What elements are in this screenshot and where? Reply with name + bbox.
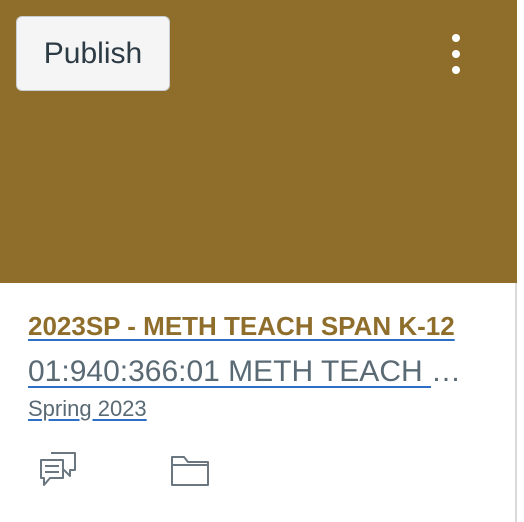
publish-button[interactable]: Publish: [16, 16, 170, 91]
discussions-icon: [40, 452, 76, 486]
folder-icon: [171, 456, 209, 486]
kebab-icon: [452, 66, 460, 74]
kebab-icon: [452, 50, 460, 58]
course-card: Publish 2023SP - METH TEACH SPAN K-12 01…: [0, 0, 517, 522]
course-term-link[interactable]: Spring 2023: [28, 396, 147, 422]
course-name-link[interactable]: 2023SP - METH TEACH SPAN K-12: [28, 311, 468, 342]
more-options-button[interactable]: [436, 24, 476, 84]
course-code-link[interactable]: 01:940:366:01 METH TEACH SPAN K-12: [28, 355, 474, 389]
files-link[interactable]: [170, 452, 210, 488]
discussions-link[interactable]: [38, 450, 78, 490]
course-card-header[interactable]: Publish: [0, 0, 517, 283]
kebab-icon: [452, 34, 460, 42]
